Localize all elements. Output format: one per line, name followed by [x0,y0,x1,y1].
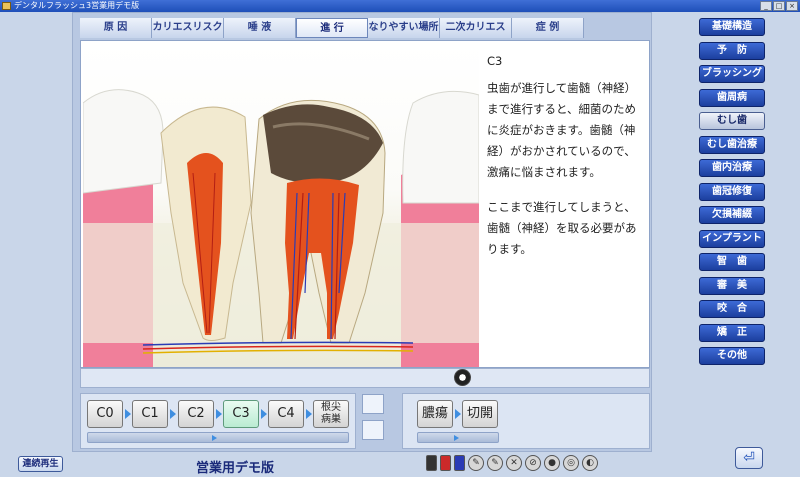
tab-secondary-caries[interactable]: 二次カリエス [440,18,512,38]
arrow-right-icon [261,409,267,419]
sidebar-item-orthodontics[interactable]: 矯 正 [699,323,765,342]
sidebar-item-crown-restoration[interactable]: 歯冠修復 [699,182,765,201]
exit-icon[interactable]: ⏎ [735,447,763,469]
stage-c2-button[interactable]: C2 [178,400,214,428]
sidebar-item-endodontics[interactable]: 歯内治療 [699,159,765,177]
stage-c0-button[interactable]: C0 [87,400,123,428]
tooth-illustration [83,43,479,367]
minimize-button[interactable]: _ [760,1,772,11]
sidebar-item-caries[interactable]: むし歯 [699,112,765,130]
maximize-button[interactable]: □ [773,1,785,11]
tab-caries-risk[interactable]: カリエスリスク [152,18,224,38]
play-icon[interactable] [454,369,471,386]
incision-button[interactable]: 切開 [462,400,498,428]
arrow-right-icon [306,409,312,419]
tab-progression[interactable]: 進 行 [296,18,368,38]
view-toggle-icons [362,394,392,446]
zoom-icon[interactable]: ◎ [563,455,579,471]
arrow-right-icon [170,409,176,419]
apical-lesion-label-2: 病巣 [321,414,341,425]
sidebar-item-caries-treatment[interactable]: むし歯治療 [699,135,765,154]
window-title: デンタルフラッシュ3営業用デモ版 [14,1,140,10]
ink-bottle-red-icon[interactable] [440,455,451,471]
content-panel: C3 虫歯が進行して歯髄（神経）まで進行すると、細菌のために炎症がおきます。歯髄… [80,40,650,368]
ink-bottle-black-icon[interactable] [426,455,437,471]
category-sidebar: 基礎構造 予 防 ブラッシング 歯周病 むし歯 むし歯治療 歯内治療 歯冠修復 … [699,18,765,371]
sidebar-item-prevention[interactable]: 予 防 [699,41,765,60]
drawing-toolbar: ✎ ✎ ✕ ⊘ ● ◎ ◐ [426,455,598,471]
arrow-right-icon [455,409,461,419]
description-paragraph-1: 虫歯が進行して歯髄（神経）まで進行すると、細菌のために炎症がおきます。歯髄（神経… [487,81,637,179]
sidebar-item-other[interactable]: その他 [699,347,765,365]
abscess-button[interactable]: 膿瘍 [417,400,453,428]
symptom-progress-bar[interactable] [417,432,499,443]
tab-cause[interactable]: 原 因 [80,18,152,38]
tab-cases[interactable]: 症 例 [512,18,584,38]
description-paragraph-2: ここまで進行してしまうと、歯髄（神経）を取る必要があります。 [487,200,637,256]
stage-c1-button[interactable]: C1 [132,400,168,428]
app-icon [2,2,11,10]
ink-bottle-blue-icon[interactable] [454,455,465,471]
sidebar-item-basic-structure[interactable]: 基礎構造 [699,18,765,36]
stage-selector-panel: C0 C1 C2 C3 C4 根尖 病巣 [80,393,356,449]
sidebar-item-brushing[interactable]: ブラッシング [699,65,765,83]
continuous-play-button[interactable]: 連続再生 [18,456,63,472]
stage-apical-lesion-button[interactable]: 根尖 病巣 [313,400,349,428]
pen-icon[interactable]: ✎ [468,455,484,471]
single-view-icon[interactable] [362,394,384,414]
sidebar-item-implant[interactable]: インプラント [699,229,765,248]
playback-strip [80,368,650,388]
tooth-cross-section-illustration [83,89,479,367]
stage-progress-bar[interactable] [87,432,349,443]
sidebar-item-aesthetics[interactable]: 審 美 [699,276,765,295]
apical-lesion-label-1: 根尖 [321,402,341,413]
eraser-icon[interactable]: ✕ [506,455,522,471]
close-button[interactable]: × [786,1,798,11]
tab-prone-areas[interactable]: なりやすい場所 [368,18,440,38]
grid-view-icon[interactable] [362,420,384,440]
tab-saliva[interactable]: 唾 液 [224,18,296,38]
status-text: 営業用デモ版 [196,461,275,476]
arrow-right-icon [125,409,131,419]
sidebar-item-periodontal[interactable]: 歯周病 [699,88,765,107]
sidebar-item-wisdom-tooth[interactable]: 智 歯 [699,253,765,271]
stage-c3-button[interactable]: C3 [223,400,259,428]
progress-arrow-icon [454,435,459,441]
stage-c4-button[interactable]: C4 [268,400,304,428]
title-bar: デンタルフラッシュ3営業用デモ版 _ □ × [0,0,800,12]
arrow-right-icon [216,409,222,419]
snapshot-icon[interactable]: ● [544,455,560,471]
topic-tabs: 原 因 カリエスリスク 唾 液 進 行 なりやすい場所 二次カリエス 症 例 [80,18,584,38]
settings-icon[interactable]: ◐ [582,455,598,471]
window-controls: _ □ × [760,1,798,11]
progress-arrow-icon [212,435,217,441]
sidebar-item-prosthetics[interactable]: 欠損補綴 [699,206,765,224]
description-panel: C3 虫歯が進行して歯髄（神経）まで進行すると、細菌のために炎症がおきます。歯髄… [487,51,645,274]
sidebar-item-occlusion[interactable]: 咬 合 [699,300,765,318]
stage-label: C3 [487,54,503,68]
symptom-panel: 膿瘍 切開 [402,393,650,449]
clear-icon[interactable]: ⊘ [525,455,541,471]
marker-icon[interactable]: ✎ [487,455,503,471]
